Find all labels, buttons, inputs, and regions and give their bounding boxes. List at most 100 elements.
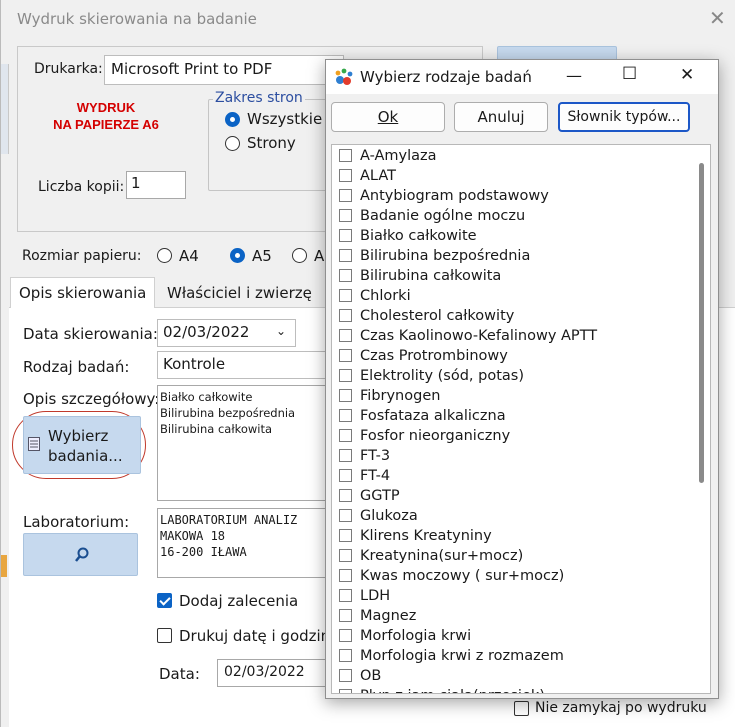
test-label: Kwas moczowy ( sur+mocz) bbox=[360, 568, 565, 584]
date2-label: Data: bbox=[159, 665, 200, 683]
paper-a6-radio[interactable] bbox=[292, 248, 307, 263]
test-checkbox[interactable] bbox=[339, 389, 352, 402]
details-textarea[interactable]: Białko całkowite Bilirubina bezpośrednia… bbox=[157, 385, 332, 501]
test-checkbox[interactable] bbox=[339, 529, 352, 542]
test-list-item[interactable]: Klirens Kreatyniny bbox=[332, 526, 692, 546]
test-checkbox[interactable] bbox=[339, 289, 352, 302]
test-checkbox[interactable] bbox=[339, 569, 352, 582]
test-list-item[interactable]: Bilirubina bezpośrednia bbox=[332, 246, 692, 266]
test-list-item[interactable]: Antybiogram podstawowy bbox=[332, 186, 692, 206]
copies-input[interactable]: 1 bbox=[126, 171, 186, 199]
test-list-item[interactable]: Morfologia krwi z rozmazem bbox=[332, 646, 692, 666]
test-checkbox[interactable] bbox=[339, 269, 352, 282]
print-date-label: Drukuj datę i godzinę bbox=[179, 627, 340, 645]
tests-checklist[interactable]: A-Amylaza ALAT Antybiogram podstawowy Badan… bbox=[331, 144, 711, 694]
background-app-edge-orange bbox=[1, 555, 7, 577]
dialog-title: Wybierz rodzaje badań bbox=[360, 68, 532, 86]
add-recommendations-checkbox[interactable] bbox=[157, 593, 172, 608]
test-checkbox[interactable] bbox=[339, 229, 352, 242]
pages-range-radio[interactable] bbox=[225, 136, 240, 151]
choose-tests-button[interactable]: Wybierz badania... bbox=[23, 416, 141, 474]
test-list-item[interactable]: Płyn z jam ciała(przesiek) bbox=[332, 686, 692, 693]
test-list-item[interactable]: FT-4 bbox=[332, 466, 692, 486]
test-list-item[interactable]: ALAT bbox=[332, 166, 692, 186]
test-label: Fosfor nieorganiczny bbox=[360, 428, 511, 444]
test-checkbox[interactable] bbox=[339, 549, 352, 562]
print-date-checkbox[interactable] bbox=[157, 628, 172, 643]
test-list-item[interactable]: Czas Kaolinowo-Kefalinowy APTT bbox=[332, 326, 692, 346]
test-checkbox[interactable] bbox=[339, 209, 352, 222]
paw-app-icon bbox=[335, 68, 353, 85]
test-label: Fosfataza alkaliczna bbox=[360, 408, 506, 424]
test-list-item[interactable]: Elektrolity (sód, potas) bbox=[332, 366, 692, 386]
test-list-item[interactable]: Morfologia krwi bbox=[332, 626, 692, 646]
test-list-item[interactable]: Bilirubina całkowita bbox=[332, 266, 692, 286]
cancel-button[interactable]: Anuluj bbox=[454, 102, 548, 132]
test-label: Morfologia krwi z rozmazem bbox=[360, 648, 564, 664]
paper-a5-radio[interactable] bbox=[230, 248, 245, 263]
copies-label: Liczba kopii: bbox=[38, 179, 125, 195]
test-checkbox[interactable] bbox=[339, 409, 352, 422]
test-checkbox[interactable] bbox=[339, 449, 352, 462]
test-checkbox[interactable] bbox=[339, 149, 352, 162]
test-checkbox[interactable] bbox=[339, 469, 352, 482]
test-checkbox[interactable] bbox=[339, 369, 352, 382]
keep-open-checkbox[interactable] bbox=[514, 701, 529, 716]
test-list-item[interactable]: Badanie ogólne moczu bbox=[332, 206, 692, 226]
tab-owner-animal[interactable]: Właściciel i zwierzę bbox=[159, 278, 320, 308]
ok-button[interactable]: Ok bbox=[331, 102, 445, 132]
test-checkbox[interactable] bbox=[339, 609, 352, 622]
test-checkbox[interactable] bbox=[339, 309, 352, 322]
close-icon[interactable]: ✕ bbox=[709, 6, 726, 30]
test-checkbox[interactable] bbox=[339, 429, 352, 442]
test-checkbox[interactable] bbox=[339, 689, 352, 693]
dictionary-button[interactable]: Słownik typów... bbox=[558, 102, 690, 132]
test-list-item[interactable]: Fibrynogen bbox=[332, 386, 692, 406]
test-list-item[interactable]: FT-3 bbox=[332, 446, 692, 466]
tab-description[interactable]: Opis skierowania bbox=[10, 277, 156, 308]
paper-a4-radio[interactable] bbox=[157, 248, 172, 263]
test-list-item[interactable]: Fosfataza alkaliczna bbox=[332, 406, 692, 426]
pages-all-radio[interactable] bbox=[225, 112, 240, 127]
close-icon[interactable]: ✕ bbox=[680, 65, 694, 85]
printer-select[interactable]: Microsoft Print to PDF bbox=[104, 55, 344, 85]
test-list-item[interactable]: Fosfor nieorganiczny bbox=[332, 426, 692, 446]
maximize-icon[interactable]: ☐ bbox=[622, 64, 637, 84]
test-list-item[interactable]: Glukoza bbox=[332, 506, 692, 526]
test-list-item[interactable]: Czas Protrombinowy bbox=[332, 346, 692, 366]
test-list-item[interactable]: GGTP bbox=[332, 486, 692, 506]
test-checkbox[interactable] bbox=[339, 649, 352, 662]
test-checkbox[interactable] bbox=[339, 669, 352, 682]
date2-input[interactable]: 02/03/2022 bbox=[217, 659, 331, 687]
test-checkbox[interactable] bbox=[339, 329, 352, 342]
chevron-down-icon: ⌄ bbox=[276, 324, 287, 338]
dialog-titlebar: Wybierz rodzaje badań — ☐ ✕ bbox=[326, 60, 718, 94]
laboratory-textarea[interactable]: LABORATORIUM ANALIZ MAKOWA 18 16-200 IŁA… bbox=[157, 508, 332, 578]
test-list-item[interactable]: Kwas moczowy ( sur+mocz) bbox=[332, 566, 692, 586]
test-list-item[interactable]: Cholesterol całkowity bbox=[332, 306, 692, 326]
test-list-item[interactable]: LDH bbox=[332, 586, 692, 606]
test-label: Kreatynina(sur+mocz) bbox=[360, 548, 524, 564]
test-checkbox[interactable] bbox=[339, 189, 352, 202]
test-checkbox[interactable] bbox=[339, 489, 352, 502]
test-list-item[interactable]: Magnez bbox=[332, 606, 692, 626]
test-list-item[interactable]: Kreatynina(sur+mocz) bbox=[332, 546, 692, 566]
referral-date-picker[interactable]: 02/03/2022 ⌄ bbox=[157, 319, 296, 347]
minimize-icon[interactable]: — bbox=[566, 66, 582, 85]
test-checkbox[interactable] bbox=[339, 249, 352, 262]
test-label: A-Amylaza bbox=[360, 148, 437, 164]
keep-open-label: Nie zamykaj po wydruku bbox=[535, 700, 707, 716]
test-list-item[interactable]: Białko całkowite bbox=[332, 226, 692, 246]
test-checkbox[interactable] bbox=[339, 169, 352, 182]
scrollbar-thumb[interactable] bbox=[699, 163, 704, 483]
test-type-select[interactable]: Kontrole bbox=[157, 351, 332, 379]
laboratory-search-button[interactable] bbox=[23, 533, 138, 576]
test-list-item[interactable]: A-Amylaza bbox=[332, 146, 692, 166]
test-list-item[interactable]: Chlorki bbox=[332, 286, 692, 306]
test-checkbox[interactable] bbox=[339, 629, 352, 642]
test-checkbox[interactable] bbox=[339, 589, 352, 602]
test-checkbox[interactable] bbox=[339, 509, 352, 522]
test-list-item[interactable]: OB bbox=[332, 666, 692, 686]
test-checkbox[interactable] bbox=[339, 349, 352, 362]
pages-range-label: Strony bbox=[247, 134, 296, 152]
